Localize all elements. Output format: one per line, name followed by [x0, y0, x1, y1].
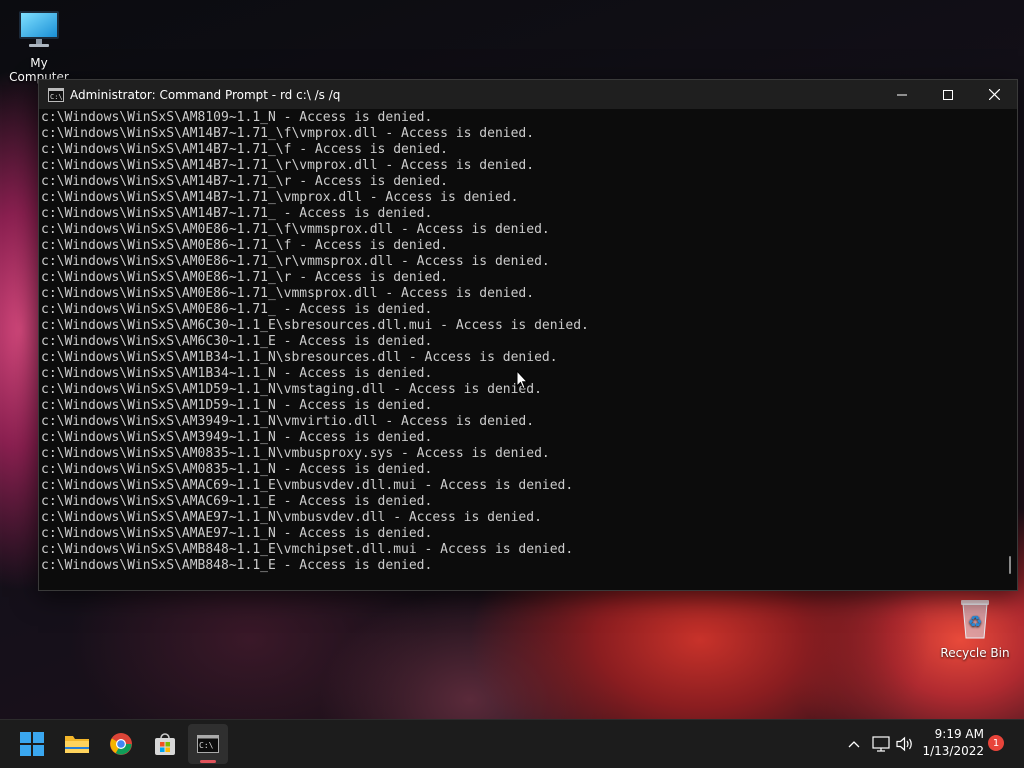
minimize-button[interactable] [879, 80, 925, 109]
command-prompt-window[interactable]: C:\ Administrator: Command Prompt - rd c… [38, 79, 1018, 591]
console-line: c:\Windows\WinSxS\AMAC69~1.1_E - Access … [41, 494, 433, 509]
console-line: c:\Windows\WinSxS\AM3949~1.1_N - Access … [41, 430, 433, 445]
close-icon [988, 89, 1000, 100]
network-button[interactable] [871, 734, 891, 754]
console-line: c:\Windows\WinSxS\AM1D59~1.1_N - Access … [41, 398, 433, 413]
console-line: c:\Windows\WinSxS\AMAE97~1.1_N - Access … [41, 526, 433, 541]
console-line: c:\Windows\WinSxS\AM8109~1.1_N - Access … [41, 110, 433, 125]
console-line: c:\Windows\WinSxS\AM14B7~1.71_ - Access … [41, 206, 433, 221]
console-line: c:\Windows\WinSxS\AM14B7~1.71_\f\vmprox.… [41, 126, 535, 141]
console-line: c:\Windows\WinSxS\AM3949~1.1_N\vmvirtio.… [41, 414, 535, 429]
console-line: c:\Windows\WinSxS\AM0E86~1.71_\r\vmmspro… [41, 254, 550, 269]
svg-text:C:\: C:\ [199, 741, 214, 750]
console-line: c:\Windows\WinSxS\AM0E86~1.71_\f - Acces… [41, 238, 448, 253]
running-indicator [200, 760, 216, 763]
console-line: c:\Windows\WinSxS\AMB848~1.1_E\vmchipset… [41, 542, 574, 557]
taskbar-command-prompt[interactable]: C:\ [188, 724, 228, 764]
console-line: c:\Windows\WinSxS\AMAC69~1.1_E\vmbusvdev… [41, 478, 574, 493]
desktop-icon-label: Recycle Bin [940, 646, 1010, 660]
window-titlebar[interactable]: C:\ Administrator: Command Prompt - rd c… [39, 80, 1017, 109]
vertical-scrollbar[interactable] [1003, 109, 1017, 590]
clock-date: 1/13/2022 [922, 744, 984, 758]
svg-text:C:\: C:\ [50, 93, 63, 101]
desktop-icon-my-computer[interactable]: My Computer [0, 8, 79, 84]
windows-logo-icon [20, 732, 44, 756]
show-hidden-icons-button[interactable] [844, 734, 864, 754]
svg-text:♻: ♻ [968, 612, 982, 631]
minimize-icon [897, 94, 907, 95]
console-line: c:\Windows\WinSxS\AM14B7~1.71_\r - Acces… [41, 174, 448, 189]
taskbar-file-explorer[interactable] [57, 724, 97, 764]
console-line: c:\Windows\WinSxS\AM1B34~1.1_N\sbresourc… [41, 350, 558, 365]
console-line: c:\Windows\WinSxS\AM14B7~1.71_\f - Acces… [41, 142, 448, 157]
console-line: c:\Windows\WinSxS\AM0E86~1.71_\f\vmmspro… [41, 222, 550, 237]
console-line: c:\Windows\WinSxS\AM0E86~1.71_\vmmsprox.… [41, 286, 535, 301]
taskbar-chrome[interactable] [101, 724, 141, 764]
mouse-pointer-icon [516, 369, 529, 394]
start-button[interactable] [12, 724, 52, 764]
console-line: c:\Windows\WinSxS\AMAE97~1.1_N\vmbusvdev… [41, 510, 542, 525]
taskbar-clock[interactable]: 9:19 AM 1/13/2022 [922, 726, 984, 760]
network-icon [872, 736, 890, 752]
clock-time: 9:19 AM [934, 727, 984, 741]
console-line: c:\Windows\WinSxS\AM0835~1.1_N\vmbusprox… [41, 446, 550, 461]
folder-icon [65, 736, 89, 753]
taskbar: C:\ 9:19 AM 1/13/2022 1 [0, 719, 1024, 768]
monitor-icon [0, 8, 79, 53]
console-line: c:\Windows\WinSxS\AM0E86~1.71_\r - Acces… [41, 270, 448, 285]
console-line: c:\Windows\WinSxS\AM14B7~1.71_\vmprox.dl… [41, 190, 519, 205]
desktop-icon-recycle-bin[interactable]: ♻ Recycle Bin [935, 596, 1015, 660]
cmd-app-icon: C:\ [48, 87, 64, 102]
scrollbar-thumb[interactable] [1009, 556, 1011, 574]
chrome-icon [110, 733, 132, 755]
chevron-up-icon [848, 741, 860, 748]
speaker-icon [896, 736, 912, 752]
console-line: c:\Windows\WinSxS\AM14B7~1.71_\r\vmprox.… [41, 158, 535, 173]
console-line: c:\Windows\WinSxS\AM6C30~1.1_E - Access … [41, 334, 433, 349]
console-output[interactable]: c:\Windows\WinSxS\AM8109~1.1_N - Access … [39, 109, 1003, 590]
store-icon [155, 733, 175, 755]
console-line: c:\Windows\WinSxS\AMB848~1.1_E - Access … [41, 558, 433, 573]
close-button[interactable] [971, 80, 1017, 109]
volume-button[interactable] [895, 734, 915, 754]
maximize-icon [943, 89, 953, 100]
terminal-icon: C:\ [197, 735, 219, 753]
notification-badge[interactable]: 1 [988, 735, 1004, 751]
console-line: c:\Windows\WinSxS\AM0835~1.1_N - Access … [41, 462, 433, 477]
taskbar-store[interactable] [145, 724, 185, 764]
console-line: c:\Windows\WinSxS\AM0E86~1.71_ - Access … [41, 302, 433, 317]
recycle-bin-icon: ♻ [935, 596, 1015, 643]
console-line: c:\Windows\WinSxS\AM6C30~1.1_E\sbresourc… [41, 318, 589, 333]
maximize-button[interactable] [925, 80, 971, 109]
window-title: Administrator: Command Prompt - rd c:\ /… [70, 87, 341, 102]
